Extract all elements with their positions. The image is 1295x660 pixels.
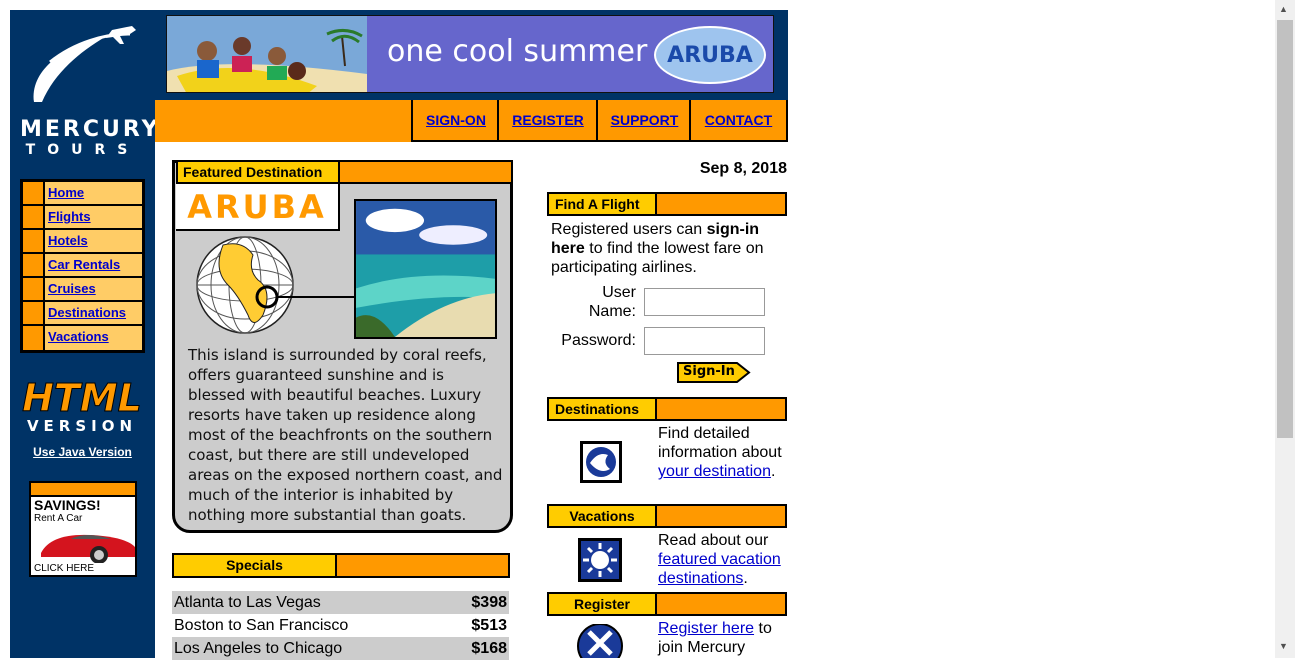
nav-contact[interactable]: CONTACT: [689, 100, 788, 142]
sidebar-link-vacations[interactable]: Vacations: [45, 326, 109, 350]
specials-header: Specials: [172, 553, 337, 578]
sidebar-item-cruises[interactable]: Cruises: [23, 278, 142, 302]
sidebar-item-hotels[interactable]: Hotels: [23, 230, 142, 254]
brand-subname: TOURS: [25, 142, 140, 158]
html-version-subtitle: VERSION: [26, 417, 138, 435]
savings-rent-a-car-ad[interactable]: SAVINGS! Rent A Car CLICK HERE: [29, 481, 137, 577]
red-car-icon: [41, 534, 135, 563]
table-row: Atlanta to Las Vegas $398: [172, 591, 509, 614]
scroll-up-arrow-icon[interactable]: ▲: [1279, 4, 1288, 14]
special-route: Atlanta to Las Vegas: [174, 593, 321, 611]
sidebar-link-destinations[interactable]: Destinations: [45, 302, 126, 324]
scrollbar-thumb[interactable]: [1277, 20, 1293, 438]
table-row: Boston to San Francisco $513: [172, 614, 509, 637]
featured-destination-description: This island is surrounded by coral reefs…: [188, 346, 503, 524]
destinations-header-bar: Destinations: [547, 397, 787, 421]
nav-support-link[interactable]: SUPPORT: [611, 112, 679, 128]
mercury-tours-logo[interactable]: MERCURY TOURS: [20, 22, 161, 158]
brand-name: MERCURY: [20, 117, 161, 142]
html-version-badge: HTML VERSION: [22, 376, 143, 435]
your-destination-link[interactable]: your destination: [658, 463, 771, 480]
vacations-header: Vacations: [549, 506, 657, 526]
password-label: Password:: [561, 332, 636, 349]
sign-in-button[interactable]: Sign-In: [677, 362, 751, 383]
nav-sign-on[interactable]: SIGN-ON: [411, 100, 499, 142]
sun-icon: [578, 538, 622, 582]
vacations-text: Read about our featured vacation destina…: [658, 532, 781, 587]
side-menu: Home Flights Hotels Car Rentals Cruises …: [20, 179, 145, 353]
featured-vacation-destinations-link[interactable]: featured vacation destinations: [658, 551, 781, 587]
register-header: Register: [549, 594, 657, 614]
nav-contact-link[interactable]: CONTACT: [705, 112, 772, 128]
register-text: Register here to join Mercury: [658, 620, 772, 656]
featured-destination-header: Featured Destination: [176, 160, 340, 184]
scroll-down-arrow-icon[interactable]: ▼: [1279, 641, 1288, 651]
sidebar-item-home[interactable]: Home: [23, 182, 142, 206]
nav-register-link[interactable]: REGISTER: [512, 112, 584, 128]
register-here-link[interactable]: Register here: [658, 620, 754, 637]
aruba-beach-photo-icon: [354, 199, 497, 339]
special-price: $398: [471, 593, 507, 611]
nav-support[interactable]: SUPPORT: [596, 100, 691, 142]
username-field[interactable]: [644, 288, 765, 316]
globe-icon: [196, 236, 355, 334]
sidebar-item-destinations[interactable]: Destinations: [23, 302, 142, 326]
destinations-globe-icon: [580, 441, 622, 483]
sidebar-link-home[interactable]: Home: [45, 182, 84, 204]
special-route: Boston to San Francisco: [174, 616, 349, 634]
table-row: Los Angeles to Chicago $168: [172, 637, 509, 660]
aruba-ad-banner[interactable]: one cool summer ARUBA: [166, 15, 774, 93]
html-version-title: HTML: [22, 376, 143, 420]
sidebar-link-cruises[interactable]: Cruises: [45, 278, 96, 300]
register-pen-icon: [577, 624, 623, 658]
special-price: $513: [471, 616, 507, 634]
use-java-version-link[interactable]: Use Java Version: [10, 445, 155, 459]
password-field[interactable]: [644, 327, 765, 355]
aruba-logo-text: ARUBA: [667, 42, 753, 68]
current-date: Sep 8, 2018: [699, 160, 787, 177]
sidebar-item-flights[interactable]: Flights: [23, 206, 142, 230]
find-flight-header: Find A Flight: [549, 194, 657, 214]
sidebar-link-hotels[interactable]: Hotels: [45, 230, 88, 252]
special-route: Los Angeles to Chicago: [174, 639, 343, 657]
sidebar-link-flights[interactable]: Flights: [45, 206, 91, 228]
destinations-header: Destinations: [549, 399, 657, 419]
nav-register[interactable]: REGISTER: [497, 100, 597, 142]
sidebar-link-car-rentals[interactable]: Car Rentals: [45, 254, 120, 276]
destinations-text: Find detailed information about your des…: [658, 425, 782, 480]
aruba-logo: ARUBA: [654, 26, 766, 84]
featured-destination-name: ARUBA: [176, 184, 340, 231]
sidebar-item-car-rentals[interactable]: Car Rentals: [23, 254, 142, 278]
banner-text: one cool summer: [387, 34, 648, 69]
sign-in-label: Sign-In: [683, 364, 735, 379]
find-flight-text: Registered users can sign-in here to fin…: [551, 221, 764, 276]
ad-subtitle: Rent A Car: [34, 513, 83, 524]
ad-title: SAVINGS!: [34, 497, 101, 513]
vacations-header-bar: Vacations: [547, 504, 787, 528]
nav-sign-on-link[interactable]: SIGN-ON: [426, 112, 486, 128]
ad-cta: CLICK HERE: [34, 563, 95, 574]
find-flight-header-bar: Find A Flight: [547, 192, 787, 216]
sidebar-item-vacations[interactable]: Vacations: [23, 326, 142, 350]
username-label: User Name:: [588, 284, 636, 320]
special-price: $168: [471, 639, 507, 657]
register-header-bar: Register: [547, 592, 787, 616]
airplane-swoosh-icon: [33, 26, 136, 102]
